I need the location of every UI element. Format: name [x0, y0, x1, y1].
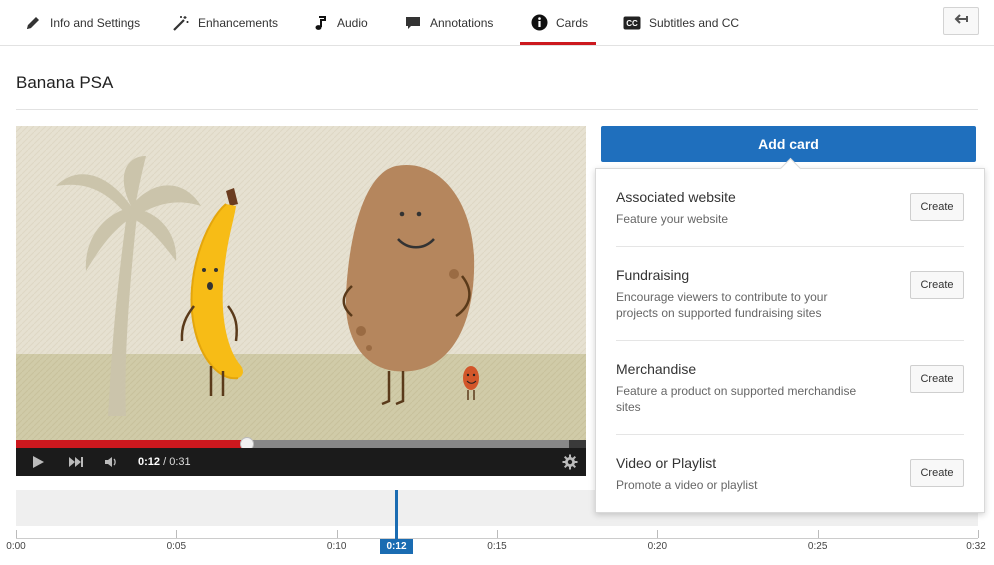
- video-progress-bar[interactable]: [16, 437, 586, 451]
- gear-icon: [562, 454, 578, 470]
- current-time: 0:12: [138, 456, 161, 468]
- tab-enhancements[interactable]: Enhancements: [172, 0, 278, 45]
- info-icon: [530, 14, 548, 32]
- tab-label: Annotations: [430, 15, 494, 30]
- tab-cards[interactable]: Cards: [519, 0, 597, 45]
- next-button[interactable]: [60, 448, 92, 476]
- time-display: 0:12 / 0:31: [138, 456, 191, 468]
- divider: [16, 109, 978, 110]
- card-option-associated-website: Associated website Feature your website …: [616, 189, 964, 227]
- tab-label: Subtitles and CC: [649, 15, 740, 30]
- tab-label: Enhancements: [198, 15, 279, 30]
- timeline-tick: [336, 530, 338, 538]
- tab-subtitles-and-cc[interactable]: CC Subtitles and CC: [623, 0, 739, 45]
- time-separator: /: [163, 456, 167, 468]
- tab-info-and-settings[interactable]: Info and Settings: [24, 0, 140, 45]
- timeline-tick: [978, 530, 979, 538]
- divider: [616, 340, 964, 341]
- play-button[interactable]: [16, 448, 60, 476]
- add-card-button[interactable]: Add card: [601, 126, 976, 162]
- progress-played: [16, 440, 248, 448]
- next-icon: [69, 457, 83, 467]
- timeline-tick-label: 0:25: [807, 541, 828, 552]
- tab-bar: Info and Settings Enhancements Audio Ann…: [0, 0, 994, 46]
- tab-label: Audio: [337, 15, 368, 30]
- svg-text:CC: CC: [626, 19, 638, 28]
- create-associated-website-button[interactable]: Create: [910, 193, 964, 221]
- card-option-fundraising: Fundraising Encourage viewers to contrib…: [616, 267, 964, 321]
- card-type-menu: Associated website Feature your website …: [595, 168, 985, 513]
- speech-bubble-icon: [404, 14, 422, 32]
- timeline-tick: [657, 530, 659, 538]
- timeline-tick-label: 0:32: [966, 541, 986, 552]
- timeline-tick-label: 0:15: [487, 541, 507, 552]
- card-option-merchandise: Merchandise Feature a product on support…: [616, 361, 964, 415]
- settings-button[interactable]: [562, 454, 578, 470]
- create-fundraising-button[interactable]: Create: [910, 271, 964, 299]
- magic-wand-icon: [172, 14, 190, 32]
- timeline-tick: [497, 530, 498, 538]
- speaker-icon: [105, 457, 116, 467]
- card-option-description: Feature a product on supported merchandi…: [616, 384, 857, 414]
- back-button[interactable]: [943, 7, 979, 35]
- page-title: Banana PSA: [16, 73, 114, 92]
- timeline-tick: [176, 530, 178, 538]
- pencil-icon: [24, 14, 42, 32]
- timeline-axis: [16, 538, 978, 539]
- music-note-icon: [311, 14, 329, 32]
- tab-audio[interactable]: Audio: [311, 0, 368, 45]
- timeline-tick: [817, 530, 819, 538]
- video-frame: [16, 126, 586, 440]
- timeline-tick: [16, 530, 17, 538]
- volume-button[interactable]: [92, 448, 130, 476]
- card-option-video-or-playlist: Video or Playlist Promote a video or pla…: [616, 455, 964, 493]
- timeline-tick-label: 0:10: [326, 541, 347, 552]
- back-arrow-icon: [954, 12, 968, 30]
- tab-label: Cards: [556, 15, 589, 30]
- timeline-playhead[interactable]: [395, 490, 398, 539]
- cc-icon: CC: [623, 14, 641, 32]
- timeline-tick-label: 0:00: [6, 541, 26, 552]
- duration: 0:31: [169, 456, 191, 468]
- play-icon: [33, 456, 44, 468]
- player-controls: 0:12 / 0:31: [16, 448, 586, 476]
- create-video-or-playlist-button[interactable]: Create: [910, 459, 964, 487]
- create-merchandise-button[interactable]: Create: [910, 365, 964, 393]
- video-player[interactable]: 0:12 / 0:31: [16, 126, 586, 476]
- timeline-tick-label: 0:05: [166, 541, 187, 552]
- playhead-time-label: 0:12: [380, 539, 413, 554]
- divider: [616, 434, 964, 435]
- tab-annotations[interactable]: Annotations: [404, 0, 493, 45]
- tab-label: Info and Settings: [50, 15, 141, 30]
- card-option-description: Feature your website: [616, 212, 729, 226]
- card-option-description: Encourage viewers to contribute to your …: [616, 290, 828, 320]
- card-option-description: Promote a video or playlist: [616, 478, 758, 492]
- divider: [616, 246, 964, 247]
- timeline-tick-label: 0:20: [647, 541, 668, 552]
